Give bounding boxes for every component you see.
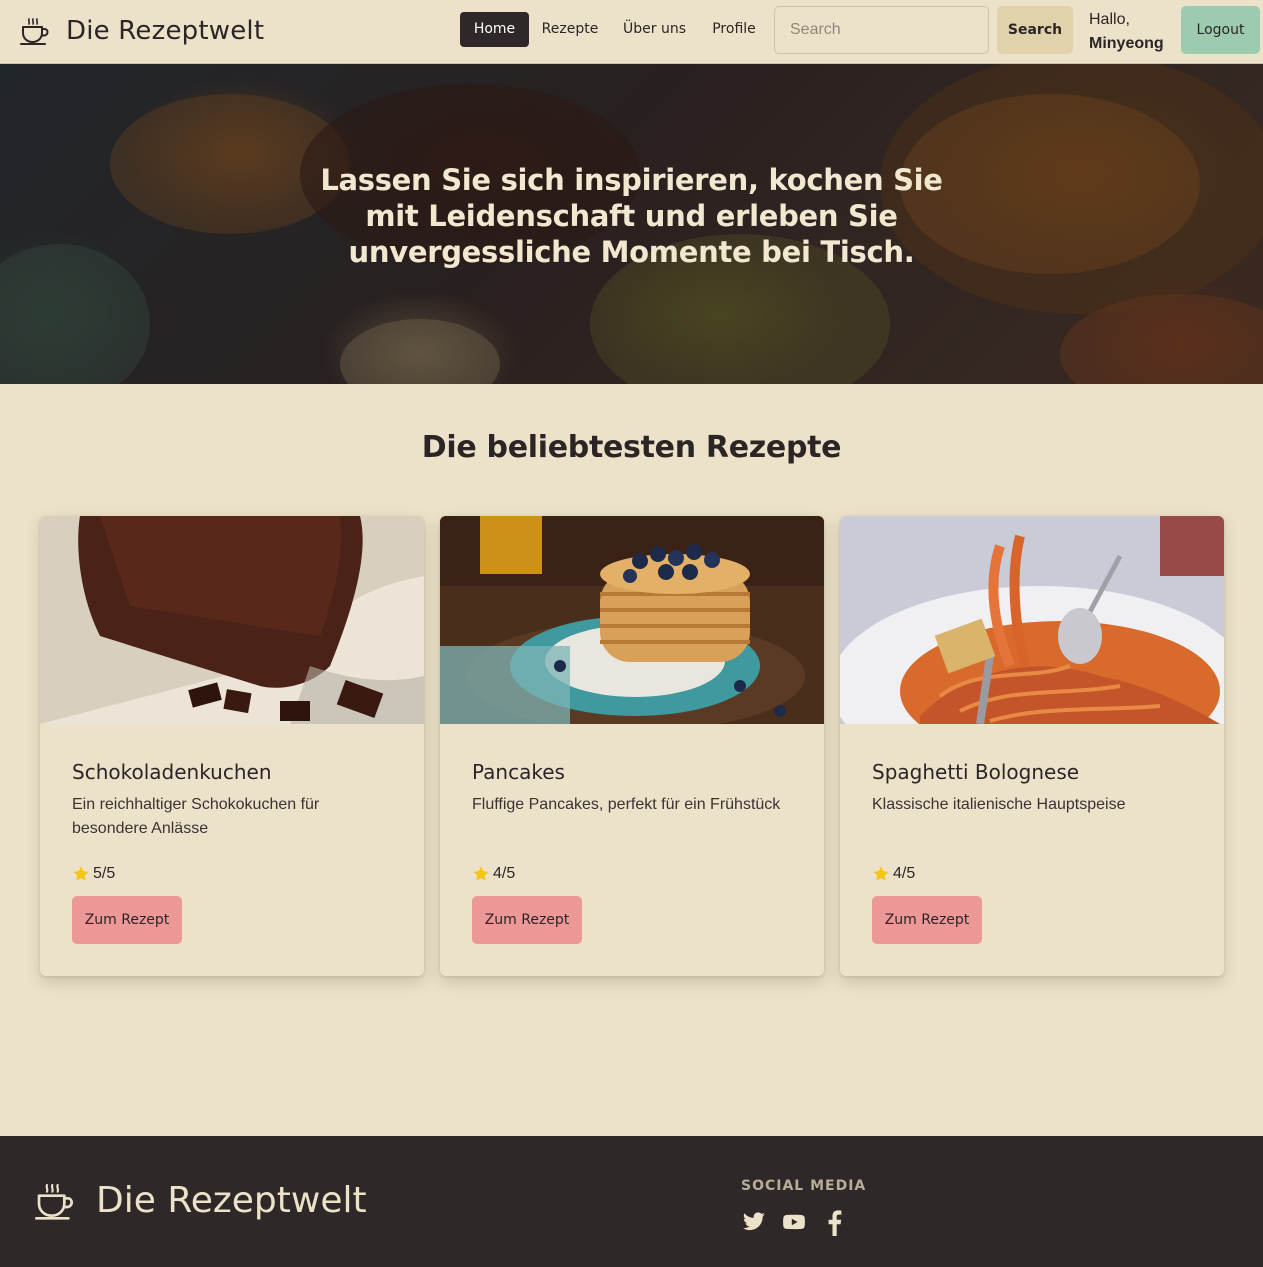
twitter-icon[interactable] [741, 1210, 767, 1234]
facebook-icon[interactable] [824, 1210, 844, 1236]
card-title: Schokoladenkuchen [72, 760, 272, 784]
card-description: Fluffige Pancakes, perfekt für ein Frühs… [472, 796, 781, 813]
recipe-card: Spaghetti Bolognese Klassische italienis… [840, 516, 1224, 976]
search-input[interactable] [774, 6, 989, 54]
rating-value: 4/5 [893, 865, 916, 882]
youtube-icon[interactable] [781, 1210, 807, 1234]
brand-link[interactable]: Die Rezeptwelt [20, 14, 264, 48]
username: Minyeong [1089, 35, 1164, 52]
hero-banner: Lassen Sie sich inspirieren, kochen Sie … [0, 64, 1263, 384]
footer: Die Rezeptwelt SOCIAL MEDIA [0, 1136, 1263, 1267]
logout-button[interactable]: Logout [1181, 6, 1260, 54]
card-title: Spaghetti Bolognese [872, 760, 1080, 784]
star-icon [873, 866, 889, 881]
footer-brand-name: Die Rezeptwelt [96, 1180, 367, 1221]
recipe-card: Schokoladenkuchen Ein reichhaltiger Scho… [40, 516, 424, 976]
card-rating: 4/5 [872, 865, 915, 883]
hero-tagline: Lassen Sie sich inspirieren, kochen Sie … [320, 163, 943, 269]
card-rating: 4/5 [472, 865, 515, 883]
greeting-text: Hallo, [1089, 11, 1130, 28]
navbar: Die Rezeptwelt Home Rezepte Über uns Pro… [0, 0, 1263, 64]
rating-value: 4/5 [493, 865, 516, 882]
zum-rezept-button[interactable]: Zum Rezept [872, 896, 982, 944]
card-description: Klassische italienische Hauptspeise [872, 796, 1126, 813]
coffee-cup-icon [20, 18, 49, 45]
star-icon [73, 866, 89, 881]
nav-link-ueber-uns[interactable]: Über uns [617, 12, 692, 47]
user-greeting: Hallo, Minyeong [1089, 8, 1164, 56]
brand-name: Die Rezeptwelt [66, 16, 265, 46]
nav-link-home[interactable]: Home [460, 12, 529, 47]
star-icon [473, 866, 489, 881]
spaghetti-photo [840, 516, 1224, 724]
card-title: Pancakes [472, 760, 565, 784]
recipe-card: Pancakes Fluffige Pancakes, perfekt für … [440, 516, 824, 976]
zum-rezept-button[interactable]: Zum Rezept [72, 896, 182, 944]
footer-brand[interactable]: Die Rezeptwelt [34, 1180, 367, 1221]
card-description: Ein reichhaltiger Schokokuchen für beson… [72, 796, 320, 837]
nav-link-profile[interactable]: Profile [706, 12, 762, 47]
search-button[interactable]: Search [997, 6, 1073, 54]
section-title: Die beliebtesten Rezepte [421, 430, 842, 465]
pancakes-photo [440, 516, 824, 724]
zum-rezept-button[interactable]: Zum Rezept [472, 896, 582, 944]
nav-link-rezepte[interactable]: Rezepte [537, 12, 603, 47]
rating-value: 5/5 [93, 865, 116, 882]
chocolate-cake-photo [40, 516, 424, 724]
social-media-heading: SOCIAL MEDIA [741, 1178, 867, 1194]
card-rating: 5/5 [72, 865, 115, 883]
coffee-cup-icon [35, 1183, 74, 1220]
